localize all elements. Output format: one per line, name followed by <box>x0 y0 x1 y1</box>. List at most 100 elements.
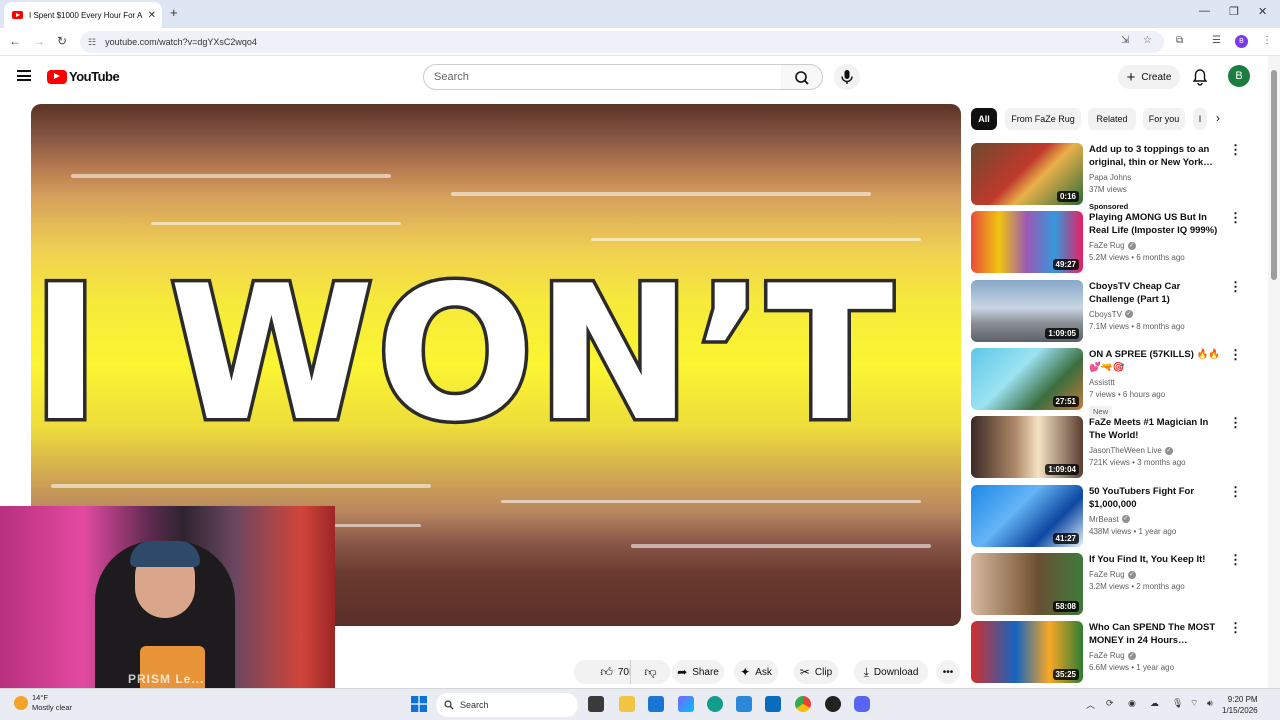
video-thumbnail[interactable]: 1:09:04 <box>971 416 1083 479</box>
download-button[interactable]: ⤓ Download <box>854 660 928 684</box>
edge-icon[interactable] <box>707 696 723 712</box>
video-thumbnail[interactable]: 49:27 <box>971 211 1083 274</box>
tray-sync-icon[interactable]: ⟳ <box>1106 698 1114 709</box>
windows-start-icon[interactable] <box>411 696 427 712</box>
account-avatar[interactable]: B <box>1228 65 1250 87</box>
video-title[interactable]: 50 YouTubers Fight For $1,000,000 <box>1089 485 1225 511</box>
scrollbar-thumb[interactable] <box>1271 70 1277 280</box>
channel-name[interactable]: FaZe Rug <box>1089 570 1125 579</box>
close-window-icon[interactable]: ✕ <box>1258 5 1267 18</box>
obs-icon[interactable] <box>825 696 841 712</box>
more-options-icon[interactable]: ⋮ <box>1229 416 1242 429</box>
copilot-icon[interactable] <box>678 696 694 712</box>
more-options-icon[interactable]: ⋮ <box>1229 485 1242 498</box>
file-explorer-icon[interactable] <box>619 696 635 712</box>
volume-icon[interactable]: 🔊︎ <box>1207 698 1213 709</box>
tray-overflow-icon[interactable]: ︿ <box>1086 698 1095 711</box>
video-title[interactable]: If You Find It, You Keep It! <box>1089 553 1225 566</box>
video-title[interactable]: CboysTV Cheap Car Challenge (Part 1) <box>1089 280 1225 306</box>
dislike-button[interactable]: 👎︎ <box>630 660 670 684</box>
more-actions-button[interactable]: ••• <box>936 660 960 684</box>
channel-name[interactable]: FaZe Rug <box>1089 651 1125 660</box>
reading-list-icon[interactable]: ☰ <box>1212 35 1221 46</box>
recommended-video[interactable]: 27:51 ON A SPREE (57KILLS) 🔥🔥 💕🔫🎯 Assisttt… <box>971 347 1242 417</box>
recommended-video[interactable]: 35:25 Who Can SPEND The MOST MONEY in 24 … <box>971 621 1242 684</box>
tray-app-icon[interactable]: ◉ <box>1128 698 1136 709</box>
site-info-icon[interactable]: ☷ <box>88 37 96 48</box>
video-thumbnail[interactable]: 27:51 <box>971 347 1083 410</box>
chrome-icon[interactable] <box>795 696 811 712</box>
youtube-logo[interactable]: YouTube <box>47 69 120 84</box>
video-thumbnail[interactable]: 0:16 <box>971 143 1083 205</box>
active-tab[interactable]: I Spent $1000 Every Hour For A ✕ <box>4 2 162 28</box>
video-title[interactable]: Who Can SPEND The MOST MONEY in 24 Hours… <box>1089 621 1225 647</box>
browser-menu-icon[interactable]: ⋮ <box>1262 35 1272 46</box>
more-options-icon[interactable]: ⋮ <box>1229 143 1242 156</box>
search-input[interactable]: Search <box>423 64 782 90</box>
video-thumbnail[interactable]: 35:25 <box>971 621 1083 684</box>
channel-name[interactable]: JasonTheWeen Live <box>1089 446 1162 455</box>
address-bar[interactable]: ☷ youtube.com/watch?v=dgYXsC2wqo4 <box>80 31 1164 53</box>
back-icon[interactable]: ← <box>9 34 21 48</box>
tray-mic-icon[interactable]: 🎙︎ <box>1172 698 1183 709</box>
recommended-video[interactable]: 41:27 50 YouTubers Fight For $1,000,000 Mr… <box>971 484 1242 547</box>
minimize-icon[interactable]: — <box>1199 5 1210 17</box>
more-options-icon[interactable]: ⋮ <box>1229 280 1242 293</box>
chip-related[interactable]: Related <box>1088 108 1136 130</box>
channel-name[interactable]: Papa Johns <box>1089 173 1131 182</box>
search-button[interactable] <box>781 64 823 90</box>
taskbar-search[interactable]: Search <box>436 693 578 717</box>
recommended-video[interactable]: 1:09:04 FaZe Meets #1 Magician In The Wor… <box>971 416 1242 479</box>
channel-name[interactable]: MrBeast <box>1089 515 1119 524</box>
video-title[interactable]: FaZe Meets #1 Magician In The World! <box>1089 416 1225 442</box>
channel-name[interactable]: FaZe Rug <box>1089 241 1125 250</box>
forward-icon[interactable]: → <box>33 34 45 48</box>
mail-icon[interactable] <box>765 696 781 712</box>
browser-profile-avatar[interactable]: B <box>1235 35 1248 48</box>
recommended-video[interactable]: 58:08 If You Find It, You Keep It! FaZe Ru… <box>971 552 1242 615</box>
more-options-icon[interactable]: ⋮ <box>1229 211 1242 224</box>
channel-name[interactable]: Assisttt <box>1089 378 1115 387</box>
create-button[interactable]: + Create <box>1118 65 1180 89</box>
extensions-icon[interactable]: ⧉ <box>1176 35 1183 46</box>
recommended-video[interactable]: 49:27 Playing AMONG US But In Real Life (… <box>971 211 1242 274</box>
voice-search-button[interactable] <box>834 64 860 90</box>
task-view-icon[interactable] <box>588 696 604 712</box>
more-options-icon[interactable]: ⋮ <box>1229 621 1242 634</box>
menu-icon[interactable] <box>17 70 31 81</box>
tray-cloud-icon[interactable]: ☁ <box>1150 698 1159 709</box>
wifi-icon[interactable]: ⌔ <box>1190 698 1198 709</box>
video-thumbnail[interactable]: 58:08 <box>971 552 1083 615</box>
page-scrollbar[interactable] <box>1268 56 1280 688</box>
chip-for-you[interactable]: For you <box>1143 108 1185 130</box>
recommended-video[interactable]: 0:16 Add up to 3 toppings to an original,… <box>971 143 1242 211</box>
reload-icon[interactable]: ↻ <box>57 34 67 48</box>
tab-close-icon[interactable]: ✕ <box>148 10 156 21</box>
chip-all[interactable]: All <box>971 108 997 130</box>
video-thumbnail[interactable]: 1:09:05 <box>971 279 1083 342</box>
restore-icon[interactable]: ❐ <box>1229 5 1239 18</box>
weather-widget[interactable]: 14°F Mostly clear <box>12 693 72 713</box>
notifications-bell-icon[interactable] <box>1192 68 1208 86</box>
video-title[interactable]: Playing AMONG US But In Real Life (Impos… <box>1089 211 1225 237</box>
chip-from-faze-rug[interactable]: From FaZe Rug <box>1005 108 1081 130</box>
chevron-right-icon[interactable]: › <box>1216 111 1220 125</box>
discord-icon[interactable] <box>854 696 870 712</box>
recommended-video[interactable]: 1:09:05 CboysTV Cheap Car Challenge (Part… <box>971 279 1242 342</box>
share-button[interactable]: ➦ Share <box>672 660 724 684</box>
more-options-icon[interactable]: ⋮ <box>1229 348 1242 361</box>
store-icon[interactable] <box>648 696 664 712</box>
video-title[interactable]: ON A SPREE (57KILLS) 🔥🔥 💕🔫🎯 <box>1089 348 1225 374</box>
new-tab-button[interactable]: + <box>170 5 178 20</box>
video-thumbnail[interactable]: 41:27 <box>971 484 1083 547</box>
install-app-icon[interactable]: ⇲ <box>1121 35 1129 46</box>
video-title[interactable]: Add up to 3 toppings to an original, thi… <box>1089 143 1225 169</box>
bookmark-star-icon[interactable]: ☆ <box>1143 35 1152 46</box>
chip-partial[interactable]: I <box>1193 108 1207 130</box>
clip-button[interactable]: ✂ Clip <box>794 660 838 684</box>
channel-name[interactable]: CboysTV <box>1089 310 1122 319</box>
more-options-icon[interactable]: ⋮ <box>1229 553 1242 566</box>
taskbar-clock[interactable]: 9:20 PM 1/15/2026 <box>1222 694 1258 716</box>
ask-button[interactable]: ✦ Ask <box>734 660 778 684</box>
photos-icon[interactable] <box>736 696 752 712</box>
